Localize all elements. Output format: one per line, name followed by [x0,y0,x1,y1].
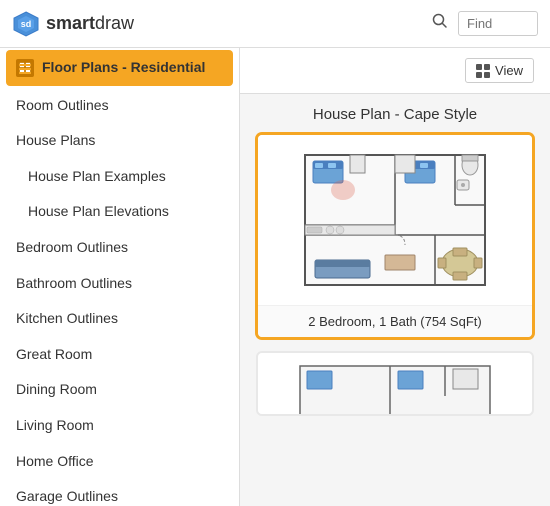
header: sd smartdraw [0,0,550,48]
sidebar-item-kitchen-outlines[interactable]: Kitchen Outlines [0,301,239,337]
sidebar-item-label: Floor Plans - Residential [42,58,205,78]
sidebar-item-bedroom-outlines[interactable]: Bedroom Outlines [0,230,239,266]
sidebar-item-room-outlines[interactable]: Room Outlines [0,88,239,124]
card-image-1 [258,135,532,305]
sidebar-item-label: Living Room [16,417,94,433]
sidebar-item-label: House Plan Elevations [28,203,169,219]
logo-text: smartdraw [46,13,134,34]
sidebar-item-floor-plans-residential[interactable]: Floor Plans - Residential [6,50,233,86]
sidebar-item-dining-room[interactable]: Dining Room [0,372,239,408]
content-area: View House Plan - Cape Style [240,48,550,506]
sidebar-item-label: House Plan Examples [28,168,166,184]
card-image-2 [258,353,532,416]
sidebar-item-label: Room Outlines [16,97,109,113]
main: Floor Plans - Residential Room Outlines … [0,48,550,506]
sidebar-item-living-room[interactable]: Living Room [0,408,239,444]
sidebar-item-label: Garage Outlines [16,488,118,504]
grid-view-icon [476,64,490,78]
search-input[interactable] [458,11,538,36]
content-toolbar: View [240,48,550,94]
sidebar-item-garage-outlines[interactable]: Garage Outlines [0,479,239,506]
card-label-1: 2 Bedroom, 1 Bath (754 SqFt) [258,305,532,337]
floor-plan-svg-2 [295,361,495,416]
sidebar-item-bathroom-outlines[interactable]: Bathroom Outlines [0,266,239,302]
smartdraw-logo-icon: sd [12,10,40,38]
template-card-2[interactable] [256,351,534,416]
search-button[interactable] [428,9,452,38]
svg-text:sd: sd [21,19,32,29]
sidebar-item-great-room[interactable]: Great Room [0,337,239,373]
cards-area: House Plan - Cape Style [240,94,550,440]
view-button[interactable]: View [465,58,534,83]
sidebar: Floor Plans - Residential Room Outlines … [0,48,240,506]
search-icon [432,13,448,29]
sidebar-item-label: Bathroom Outlines [16,275,132,291]
sidebar-item-label: Kitchen Outlines [16,310,118,326]
floor-plan-svg [295,145,495,295]
sidebar-item-label: Great Room [16,346,92,362]
logo: sd smartdraw [12,10,134,38]
sidebar-item-label: Bedroom Outlines [16,239,128,255]
view-label: View [495,63,523,78]
sidebar-item-house-plan-examples[interactable]: House Plan Examples [0,159,239,195]
sidebar-item-label: House Plans [16,132,95,148]
floor-plans-icon [16,59,34,77]
sidebar-item-house-plan-elevations[interactable]: House Plan Elevations [0,194,239,230]
section-title: House Plan - Cape Style [256,106,534,123]
sidebar-item-label: Home Office [16,453,94,469]
sidebar-item-home-office[interactable]: Home Office [0,444,239,480]
sidebar-item-label: Dining Room [16,381,97,397]
search-area [428,9,538,38]
template-card-1[interactable]: 2 Bedroom, 1 Bath (754 SqFt) [256,133,534,339]
sidebar-item-house-plans[interactable]: House Plans [0,123,239,159]
